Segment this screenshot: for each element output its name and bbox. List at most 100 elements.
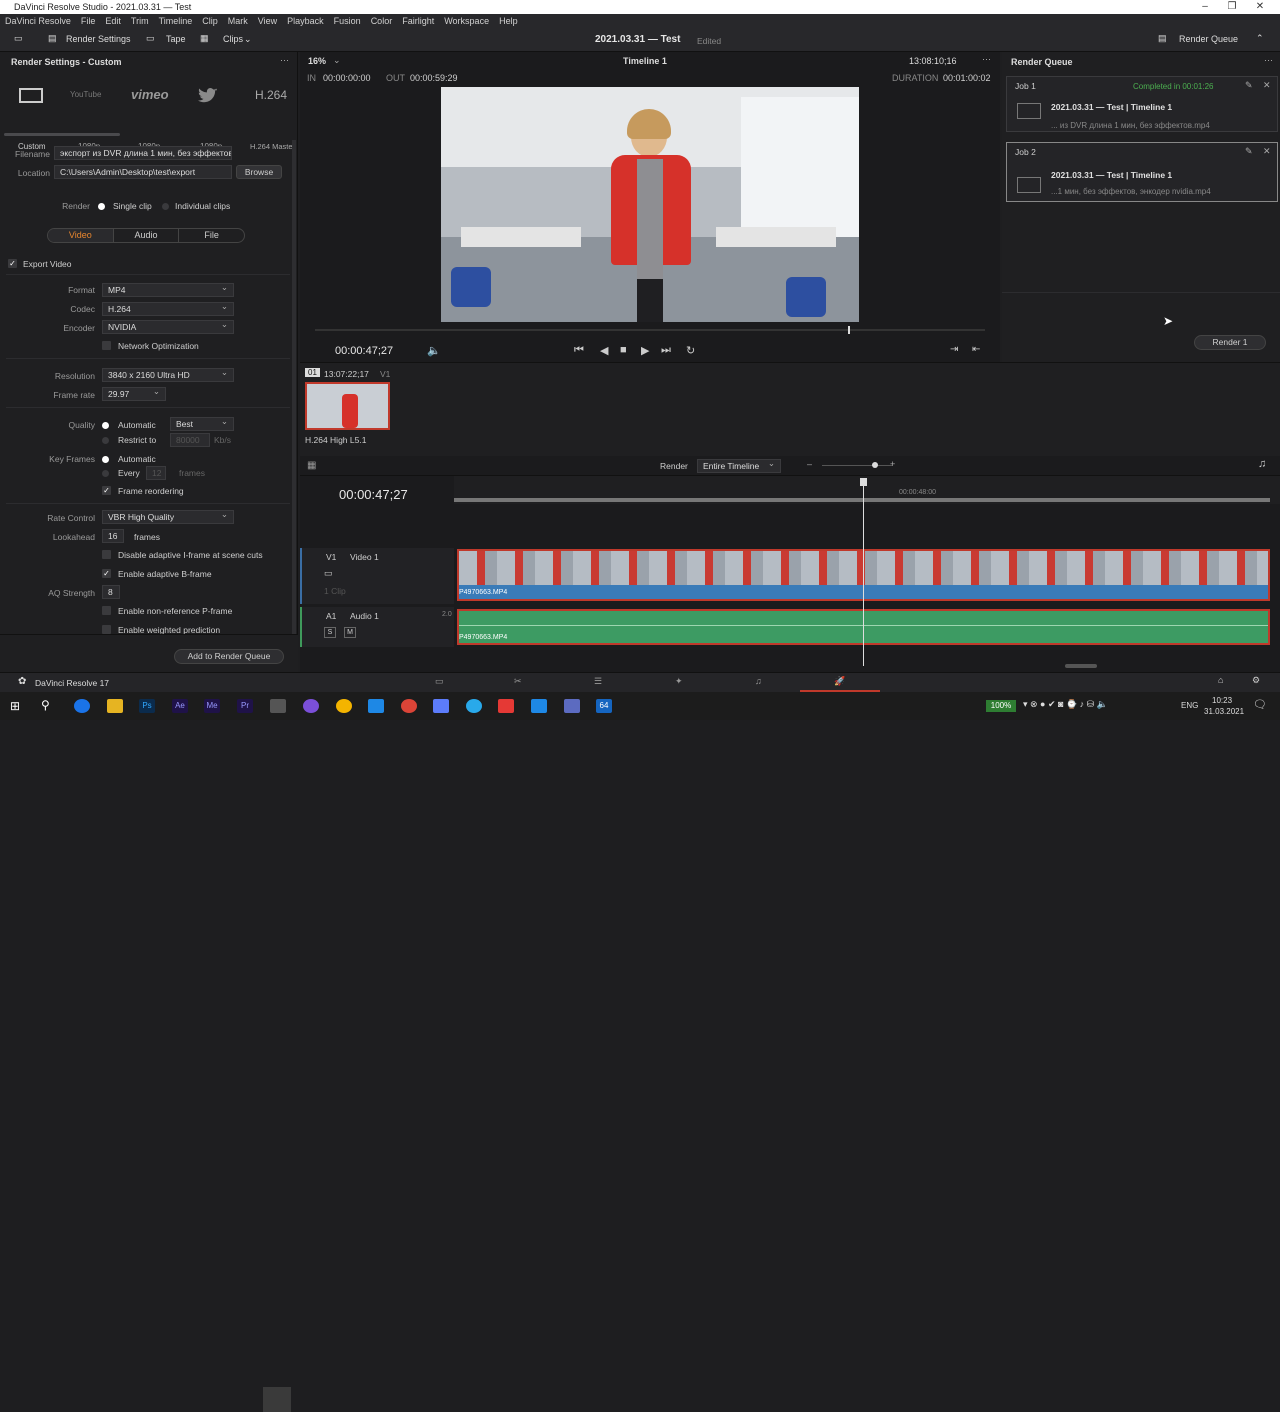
frame-reorder-checkbox[interactable]: ✓ bbox=[102, 486, 111, 495]
resolution-dropdown[interactable]: 3840 x 2160 Ultra HD bbox=[102, 367, 234, 382]
clips-button[interactable]: Clips bbox=[223, 34, 243, 44]
encoder-dropdown[interactable]: NVIDIA bbox=[102, 319, 234, 334]
tape-button[interactable]: Tape bbox=[166, 34, 186, 44]
app-icon[interactable] bbox=[303, 699, 319, 713]
monitor-icon[interactable]: ▭ bbox=[14, 33, 23, 44]
vivaldi-icon[interactable] bbox=[498, 699, 514, 713]
render-job[interactable]: Job 1 Completed in 00:01:26 ✎ ✕ 2021.03.… bbox=[1006, 76, 1278, 132]
photoshop-icon[interactable]: Ps bbox=[139, 699, 155, 713]
menu-edit[interactable]: Edit bbox=[100, 14, 126, 28]
gear-icon[interactable]: ⚙ bbox=[1252, 675, 1260, 686]
preset-twitter[interactable]: 1080p bbox=[190, 80, 240, 151]
chevron-down-icon[interactable]: ⌄ bbox=[244, 34, 252, 45]
davinci-icon[interactable] bbox=[270, 699, 286, 713]
battery-indicator[interactable]: 100% bbox=[986, 700, 1016, 712]
app-icon[interactable] bbox=[433, 699, 449, 713]
solo-button[interactable]: S bbox=[324, 627, 336, 638]
scrubber[interactable] bbox=[315, 329, 985, 331]
last-frame-icon[interactable]: ⏭ bbox=[661, 344, 671, 357]
preset-vimeo[interactable]: vimeo 1080p bbox=[128, 80, 178, 151]
scrubber-playhead[interactable] bbox=[848, 326, 850, 334]
render-job[interactable]: Job 2 ✎ ✕ 2021.03.31 — Test | Timeline 1… bbox=[1006, 142, 1278, 202]
presets-scrollbar[interactable] bbox=[4, 133, 120, 136]
reverse-icon[interactable]: ◀ bbox=[600, 344, 608, 357]
media-page-icon[interactable]: ▭ bbox=[435, 676, 444, 687]
cut-page-icon[interactable]: ✂ bbox=[514, 676, 522, 687]
save-icon[interactable] bbox=[564, 699, 580, 713]
network-opt-checkbox[interactable] bbox=[102, 341, 111, 350]
weighted-checkbox[interactable] bbox=[102, 625, 111, 634]
export-video-checkbox[interactable]: ✓ bbox=[8, 259, 17, 268]
tab-video[interactable]: Video bbox=[48, 229, 114, 242]
playhead-handle[interactable] bbox=[860, 478, 867, 486]
track-output-icon[interactable]: ▭ bbox=[324, 568, 333, 579]
close-button[interactable]: ✕ bbox=[1250, 1, 1270, 12]
aq-input[interactable]: 8 bbox=[102, 585, 120, 599]
menu-timeline[interactable]: Timeline bbox=[154, 14, 198, 28]
restrict-input[interactable]: 80000 bbox=[170, 433, 210, 447]
chevron-down-icon[interactable]: ⌄ bbox=[333, 55, 341, 66]
add-to-render-queue-button[interactable]: Add to Render Queue bbox=[174, 649, 284, 664]
volume-icon[interactable]: 🔈 bbox=[427, 344, 441, 357]
playhead[interactable] bbox=[863, 482, 864, 666]
quality-auto-radio[interactable] bbox=[102, 422, 109, 429]
mute-button[interactable]: M bbox=[344, 627, 356, 638]
menu-clip[interactable]: Clip bbox=[197, 14, 223, 28]
clock-date[interactable]: 31.03.2021 bbox=[1204, 707, 1244, 716]
tab-file[interactable]: File bbox=[179, 229, 244, 242]
timeline-scrollbar[interactable] bbox=[1065, 664, 1097, 668]
individual-clips-radio[interactable] bbox=[162, 203, 169, 210]
quality-dropdown[interactable]: Best bbox=[170, 416, 234, 431]
audio-icon[interactable]: ♫ bbox=[1258, 458, 1266, 470]
location-input[interactable]: C:\Users\Admin\Desktop\test\export bbox=[54, 165, 232, 179]
menu-davinci[interactable]: DaVinci Resolve bbox=[0, 14, 76, 28]
close-icon[interactable]: ✕ bbox=[1263, 146, 1271, 157]
clock-time[interactable]: 10:23 bbox=[1212, 696, 1232, 705]
edit-icon[interactable]: ✎ bbox=[1245, 146, 1253, 157]
render-queue-button[interactable]: Render Queue bbox=[1179, 34, 1238, 44]
app-icon[interactable] bbox=[336, 699, 352, 713]
app-64-icon[interactable]: 64 bbox=[596, 699, 612, 713]
fairlight-page-icon[interactable]: ♫ bbox=[755, 676, 762, 686]
more-icon[interactable]: ⋯ bbox=[982, 54, 991, 65]
tab-audio[interactable]: Audio bbox=[114, 229, 180, 242]
preset-custom[interactable]: Custom bbox=[10, 80, 54, 151]
zoom-slider-handle[interactable] bbox=[872, 462, 878, 468]
menu-view[interactable]: View bbox=[253, 14, 282, 28]
timeline-selector[interactable]: Timeline 1 bbox=[623, 56, 667, 66]
nonref-checkbox[interactable] bbox=[102, 606, 111, 615]
stop-icon[interactable]: ■ bbox=[620, 344, 627, 356]
chrome-icon[interactable] bbox=[401, 699, 417, 713]
edit-page-icon[interactable]: ☰ bbox=[594, 676, 602, 687]
timeline-view-icon[interactable]: ▦ bbox=[307, 460, 316, 471]
kf-every-input[interactable]: 12 bbox=[146, 466, 166, 480]
loop-icon[interactable]: ↻ bbox=[686, 344, 695, 357]
first-frame-icon[interactable]: ⏮ bbox=[574, 344, 584, 357]
zoom-level[interactable]: 16% bbox=[308, 56, 326, 66]
close-icon[interactable]: ✕ bbox=[1263, 80, 1271, 91]
windows-start-icon[interactable]: ⊞ bbox=[10, 699, 20, 713]
single-clip-radio[interactable] bbox=[98, 203, 105, 210]
rate-control-dropdown[interactable]: VBR High Quality bbox=[102, 509, 234, 524]
after-effects-icon[interactable]: Ae bbox=[172, 699, 188, 713]
render-range-bar[interactable] bbox=[454, 498, 1270, 502]
telegram-icon[interactable] bbox=[466, 699, 482, 713]
kf-every-radio[interactable] bbox=[102, 470, 109, 477]
more-icon[interactable]: ⋯ bbox=[280, 55, 289, 66]
minimize-button[interactable]: – bbox=[1195, 1, 1215, 12]
prev-clip-icon[interactable]: ⇤ bbox=[972, 344, 980, 355]
play-icon[interactable]: ▶ bbox=[641, 344, 649, 357]
expand-icon[interactable]: ⌃ bbox=[1256, 33, 1264, 44]
kf-auto-radio[interactable] bbox=[102, 456, 109, 463]
render-settings-button[interactable]: Render Settings bbox=[66, 34, 131, 44]
preset-youtube[interactable]: YouTube 1080p bbox=[66, 80, 116, 151]
menu-color[interactable]: Color bbox=[366, 14, 398, 28]
folder-icon[interactable] bbox=[107, 699, 123, 713]
next-clip-icon[interactable]: ⇥ bbox=[950, 344, 958, 355]
play-store-icon[interactable] bbox=[368, 699, 384, 713]
menu-fairlight[interactable]: Fairlight bbox=[397, 14, 439, 28]
home-icon[interactable]: ⌂ bbox=[1218, 675, 1223, 685]
restrict-radio[interactable] bbox=[102, 437, 109, 444]
edit-icon[interactable]: ✎ bbox=[1245, 80, 1253, 91]
browse-button[interactable]: Browse bbox=[236, 165, 282, 179]
